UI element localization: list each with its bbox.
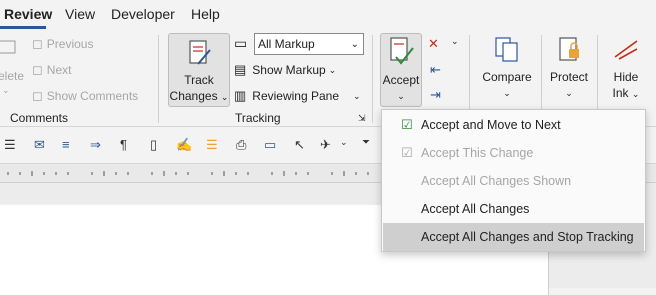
tab-review[interactable]: Review <box>4 6 52 22</box>
delete-chevron-icon[interactable]: ⌄ <box>2 85 10 96</box>
protect-button[interactable]: Protect ⌄ <box>546 35 592 105</box>
insert-icon[interactable]: ⇒ <box>90 137 101 153</box>
accept-this-change-icon: ☑ <box>401 145 413 160</box>
compare-icon <box>495 37 518 62</box>
comments-group-label: Comments <box>10 111 69 125</box>
chevron-down-icon[interactable]: ⌄ <box>351 39 359 50</box>
reject-icon[interactable]: ✕ <box>428 36 439 52</box>
previous-change-icon[interactable]: ⇤ <box>430 62 441 78</box>
delete-comment-label[interactable]: elete <box>0 69 24 83</box>
chevron-down-icon: ⌄ <box>340 137 348 147</box>
reviewing-pane-icon: ▥ <box>234 88 247 103</box>
ruler-ticks <box>7 171 369 176</box>
next-comment-button[interactable]: ◻ Next <box>32 60 71 80</box>
compare-label: Compare <box>482 70 532 84</box>
track-changes-button[interactable]: Track Changes ⌄ <box>168 33 230 107</box>
menu-item-accept-all-and-stop-tracking[interactable]: Accept All Changes and Stop Tracking <box>383 223 644 251</box>
hide-ink-label-line2: Ink ⌄ <box>612 86 640 100</box>
chevron-down-icon: ⌄ <box>631 89 640 99</box>
hide-ink-button[interactable]: Hide Ink ⌄ <box>604 35 648 105</box>
divider <box>158 35 159 123</box>
show-comments-icon: ◻ <box>32 88 43 103</box>
next-change-icon[interactable]: ⇥ <box>430 87 441 103</box>
menu-item-accept-this-change: ☑ Accept This Change <box>383 139 644 167</box>
signature-icon[interactable]: ✍ <box>176 137 192 153</box>
compare-button[interactable]: Compare ⌄ <box>478 35 536 105</box>
align-text-icon[interactable]: ☰ <box>4 137 16 153</box>
chevron-down-icon: ⌄ <box>503 88 511 98</box>
display-for-review-icon: ▭ <box>234 35 248 51</box>
track-changes-label-line2: Changes ⌄ <box>169 89 229 103</box>
menu-item-accept-and-move-to-next[interactable]: ☑ Accept and Move to Next <box>383 111 644 139</box>
tab-help[interactable]: Help <box>191 6 220 22</box>
draw-icon: ✈ <box>320 137 331 152</box>
chevron-down-icon: ⌄ <box>397 91 405 101</box>
reviewing-pane-button[interactable]: ▥ Reviewing Pane ⌄ <box>234 86 361 106</box>
line-spacing-icon[interactable]: ☰ <box>206 137 218 153</box>
markup-combo[interactable]: All Markup ⌄ <box>254 33 364 55</box>
accept-label: Accept <box>382 73 420 87</box>
protect-label: Protect <box>549 70 588 84</box>
menu-item-accept-all-changes-shown: Accept All Changes Shown <box>421 174 572 188</box>
protect-icon <box>559 37 579 61</box>
print-preview-icon[interactable]: ⎙ <box>236 137 246 153</box>
new-comment-icon[interactable] <box>0 37 18 57</box>
menu-item-accept-all-changes[interactable]: Accept All Changes <box>383 195 644 223</box>
chevron-down-icon: ⌄ <box>220 92 229 102</box>
markup-combo-value: All Markup <box>258 37 315 51</box>
chevron-down-icon: ⌄ <box>328 64 337 75</box>
previous-comment-icon: ◻ <box>32 36 43 51</box>
chevron-down-icon[interactable]: ⌄ <box>451 36 459 47</box>
divider <box>372 35 373 123</box>
paragraph-mark-icon[interactable]: ¶ <box>120 137 127 152</box>
chevron-down-icon: ⌄ <box>565 88 573 98</box>
track-changes-label-line1: Track <box>184 73 214 87</box>
previous-comment-button[interactable]: ◻ Previous <box>32 34 93 54</box>
cursor-icon[interactable]: ↖ <box>294 137 305 153</box>
chevron-down-icon: ⌄ <box>353 90 361 101</box>
hide-ink-icon <box>614 40 638 60</box>
bullet-list-icon[interactable]: ≡ <box>62 137 70 152</box>
screen-icon[interactable]: ▭ <box>264 137 276 153</box>
blank-page-icon[interactable]: ▯ <box>150 137 157 153</box>
accept-move-next-icon: ☑ <box>401 117 413 132</box>
dialog-launcher-icon[interactable]: ⇲ <box>358 113 366 124</box>
tab-view[interactable]: View <box>65 6 95 22</box>
next-comment-icon: ◻ <box>32 62 43 77</box>
hide-ink-label-line1: Hide <box>613 70 639 84</box>
accept-dropdown-menu: ☑ Accept and Move to Next ☑ Accept This … <box>381 109 646 252</box>
tracking-group-label: Tracking <box>235 111 281 125</box>
customize-toolbar-icon[interactable]: ⏷ <box>362 137 370 148</box>
mail-icon[interactable]: ✉ <box>34 137 45 153</box>
tab-developer[interactable]: Developer <box>111 6 175 22</box>
accept-icon <box>390 37 414 65</box>
show-markup-icon: ▤ <box>234 62 247 77</box>
track-changes-icon <box>189 40 211 65</box>
ribbon-tab-bar: Review View Developer Help <box>0 0 656 29</box>
show-markup-button[interactable]: ▤ Show Markup ⌄ <box>234 60 336 80</box>
accept-button[interactable]: Accept ⌄ <box>380 33 422 107</box>
show-comments-button[interactable]: ◻ Show Comments <box>32 86 138 106</box>
